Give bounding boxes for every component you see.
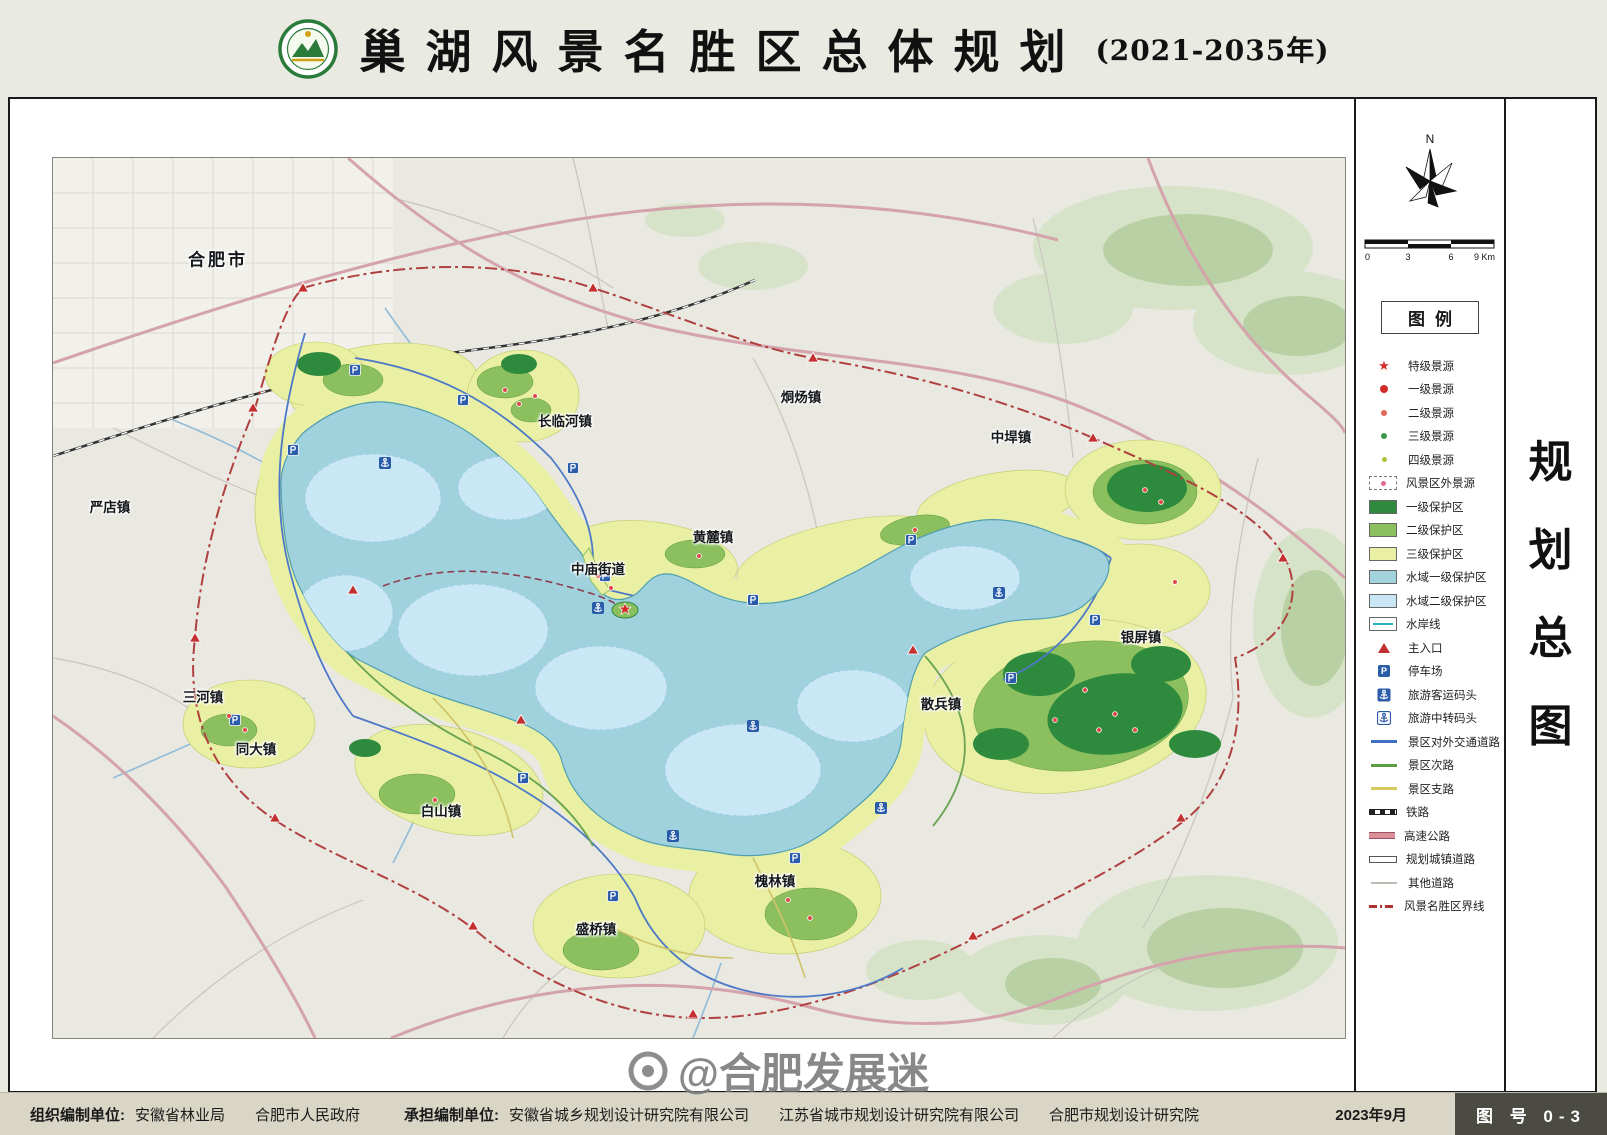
sheet-title-char: 划 <box>1529 529 1573 573</box>
map-canvas: 合肥市 严店镇 长临河镇 烔炀镇 中垾镇 黄麓镇 中庙街道 三河镇 同大镇 白山… <box>52 157 1346 1039</box>
planning-map <box>53 158 1345 1038</box>
scale-label-9km: 9 Km <box>1474 252 1495 262</box>
footer-org-value: 安徽省林业局 合肥市人民政府 <box>135 1104 360 1125</box>
other-road-swatch <box>1369 876 1399 890</box>
compass-rose: N <box>1388 133 1472 234</box>
legend-item: 二级景源 <box>1369 401 1504 425</box>
legend-item: 三级景源 <box>1369 425 1504 449</box>
watermark-text: @合肥发展迷 <box>678 1040 929 1101</box>
legend-panel: N 0 3 6 9 Km <box>1354 99 1504 1091</box>
watermark-camera-icon <box>628 1051 668 1091</box>
grade1-resource-icon <box>1369 382 1399 396</box>
external-road-swatch <box>1369 735 1399 749</box>
scale-bar: 0 3 6 9 Km <box>1364 236 1496 266</box>
sheet-title-char: 规 <box>1529 441 1573 485</box>
legend-item: 景区次路 <box>1369 754 1504 778</box>
scenic-boundary-swatch <box>1369 905 1395 908</box>
protection-zone2-swatch <box>1369 523 1397 537</box>
planned-urban-road-swatch <box>1369 856 1397 863</box>
legend-item: 旅游客运码头 <box>1369 683 1504 707</box>
protection-zone3-swatch <box>1369 547 1397 561</box>
railway-swatch <box>1369 809 1397 815</box>
protection-zone1-swatch <box>1369 500 1397 514</box>
legend-item: 停车场 <box>1369 660 1504 684</box>
parking-icon <box>1369 664 1399 678</box>
legend-item: 水岸线 <box>1369 613 1504 637</box>
main-entrance-icon <box>1369 641 1399 655</box>
legend-item: 三级保护区 <box>1369 542 1504 566</box>
secondary-road-swatch <box>1369 758 1399 772</box>
passenger-dock-icon <box>1369 688 1399 702</box>
legend-item: 规划城镇道路 <box>1369 848 1504 872</box>
legend-item: 特级景源 <box>1369 354 1504 378</box>
grade2-resource-icon <box>1369 406 1399 420</box>
legend-item: 主入口 <box>1369 636 1504 660</box>
outside-resource-icon <box>1369 476 1397 490</box>
footer-org-label: 组织编制单位: <box>30 1104 125 1125</box>
footer-date: 2023年9月 <box>1335 1104 1407 1125</box>
legend-title: 图例 <box>1381 301 1479 334</box>
legend-item: 水域一级保护区 <box>1369 566 1504 590</box>
legend-item: 四级景源 <box>1369 448 1504 472</box>
scenic-area-logo <box>278 19 338 79</box>
watermark: @合肥发展迷 <box>628 1040 929 1101</box>
legend-item: 景区对外交通道路 <box>1369 730 1504 754</box>
grade3-resource-icon <box>1369 429 1399 443</box>
legend-item: 风景名胜区界线 <box>1369 895 1504 919</box>
legend-item: 二级保护区 <box>1369 519 1504 543</box>
legend-item: 高速公路 <box>1369 824 1504 848</box>
legend-item: 一级保护区 <box>1369 495 1504 519</box>
compass-north-label: N <box>1426 133 1435 146</box>
legend-item: 风景区外景源 <box>1369 472 1504 496</box>
expressway-swatch <box>1369 832 1395 839</box>
branch-road-swatch <box>1369 782 1399 796</box>
legend-list: 特级景源 一级景源 二级景源 三级景源 四级景源 风景区外景源 一级保护区 二级… <box>1356 354 1504 918</box>
sheet-title-char: 图 <box>1529 705 1573 749</box>
grade4-resource-icon <box>1369 453 1399 467</box>
water-zone2-swatch <box>1369 594 1397 608</box>
water-zone1-swatch <box>1369 570 1397 584</box>
sheet-title-char: 总 <box>1529 617 1573 661</box>
page-title: 巢湖风景名胜区总体规划 <box>360 16 1086 82</box>
special-grade-resource-icon <box>1369 359 1399 373</box>
legend-item: 旅游中转码头 <box>1369 707 1504 731</box>
footer-undertake-value: 安徽省城乡规划设计研究院有限公司 江苏省城市规划设计研究院有限公司 合肥市规划设… <box>509 1104 1199 1125</box>
scale-label-3: 3 <box>1405 252 1410 262</box>
legend-item: 一级景源 <box>1369 378 1504 402</box>
legend-item: 其他道路 <box>1369 871 1504 895</box>
legend-item: 景区支路 <box>1369 777 1504 801</box>
legend-item: 水域二级保护区 <box>1369 589 1504 613</box>
scale-label-0: 0 <box>1365 252 1370 262</box>
sheet-title-column: 规 划 总 图 <box>1504 99 1595 1091</box>
sheet-number-badge: 图 号 0-3 <box>1455 1093 1607 1135</box>
shoreline-swatch <box>1369 617 1397 631</box>
scale-label-6: 6 <box>1448 252 1453 262</box>
page-subtitle: (2021-2035年) <box>1096 29 1330 69</box>
sheet-frame: 合肥市 严店镇 长临河镇 烔炀镇 中垾镇 黄麓镇 中庙街道 三河镇 同大镇 白山… <box>8 97 1597 1093</box>
legend-item: 铁路 <box>1369 801 1504 825</box>
transfer-dock-icon <box>1369 711 1399 725</box>
footer-undertake-label: 承担编制单位: <box>404 1104 499 1125</box>
header: 巢湖风景名胜区总体规划 (2021-2035年) <box>0 0 1607 97</box>
